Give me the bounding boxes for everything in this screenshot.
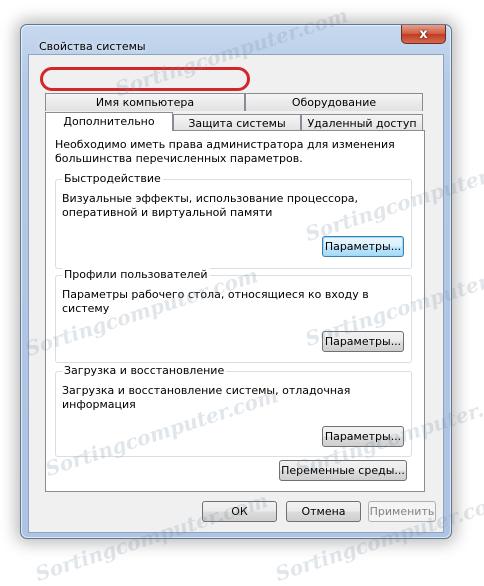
- tab-system-protection[interactable]: Защита системы: [173, 114, 301, 131]
- performance-group: Быстродействие Визуальные эффекты, испол…: [55, 172, 412, 269]
- close-button[interactable]: x: [401, 25, 446, 44]
- close-icon: x: [419, 26, 428, 42]
- tab-advanced[interactable]: Дополнительно: [45, 112, 173, 131]
- performance-group-title: Быстродействие: [62, 172, 163, 186]
- startup-recovery-group: Загрузка и восстановление Загрузка и вос…: [55, 364, 412, 457]
- tab-label: Дополнительно: [63, 115, 155, 128]
- dialog-client-area: Имя компьютера Оборудование Дополнительн…: [28, 54, 444, 533]
- system-properties-window: Свойства системы x Имя компьютера Оборуд…: [20, 24, 452, 539]
- tab-remote-access[interactable]: Удаленный доступ: [301, 114, 423, 131]
- tab-label: Оборудование: [291, 96, 377, 109]
- advanced-tab-panel: Необходимо иметь права администратора дл…: [45, 130, 425, 492]
- user-profiles-description: Параметры рабочего стола, относящиеся ко…: [62, 288, 369, 315]
- admin-rights-note: Необходимо иметь права администратора дл…: [55, 138, 395, 165]
- tab-label: Защита системы: [188, 117, 286, 130]
- performance-settings-button[interactable]: Параметры...: [322, 236, 404, 257]
- performance-description: Визуальные эффекты, использование процес…: [62, 192, 359, 219]
- user-profiles-group: Профили пользователей Параметры рабочего…: [55, 268, 412, 363]
- tab-computer-name[interactable]: Имя компьютера: [45, 93, 245, 111]
- tab-hardware[interactable]: Оборудование: [245, 93, 423, 111]
- cancel-button[interactable]: Отмена: [286, 501, 361, 522]
- tab-label: Удаленный доступ: [307, 117, 417, 130]
- environment-variables-button[interactable]: Переменные среды...: [279, 460, 407, 481]
- startup-recovery-description: Загрузка и восстановление системы, отлад…: [62, 384, 351, 411]
- ok-button[interactable]: ОК: [202, 501, 277, 522]
- apply-button[interactable]: Применить: [368, 501, 436, 522]
- window-title: Свойства системы: [39, 40, 146, 53]
- user-profiles-group-title: Профили пользователей: [62, 268, 210, 282]
- user-profiles-settings-button[interactable]: Параметры...: [322, 331, 404, 352]
- tab-label: Имя компьютера: [95, 96, 195, 109]
- startup-recovery-settings-button[interactable]: Параметры...: [322, 426, 404, 447]
- startup-recovery-group-title: Загрузка и восстановление: [62, 364, 227, 378]
